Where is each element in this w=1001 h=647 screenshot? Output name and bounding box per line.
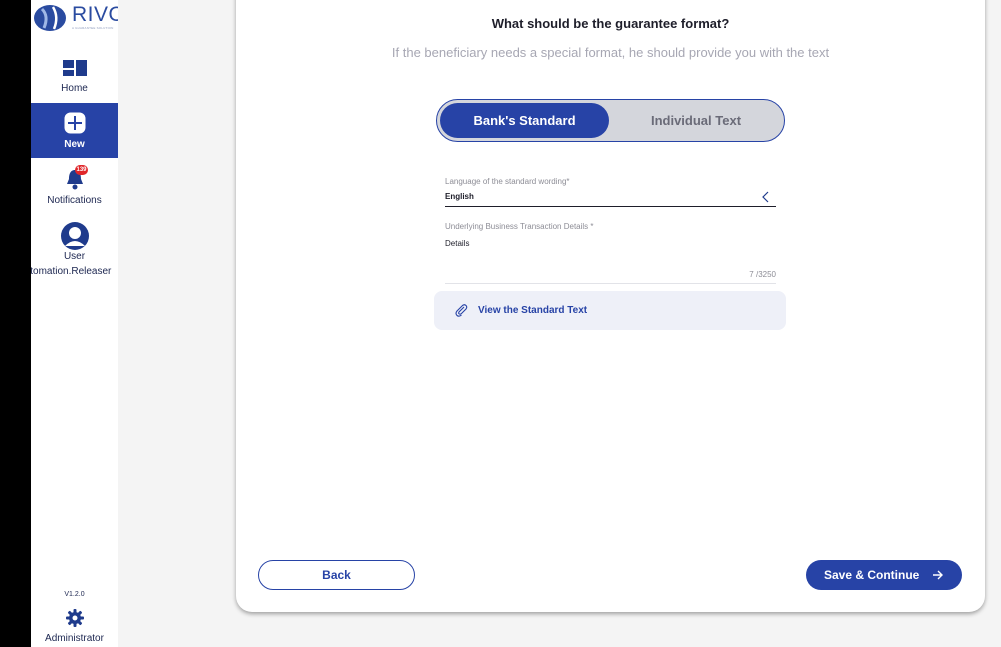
back-button[interactable]: Back [258,560,415,590]
details-field-underline [445,283,776,284]
sidebar-item-home[interactable]: Home [31,54,118,110]
sidebar-item-label: New [64,139,85,150]
sidebar-item-administrator[interactable]: Administrator [31,608,118,647]
save-continue-label: Save & Continue [824,568,920,582]
language-field-label: Language of the standard wording* [445,177,570,186]
gear-icon [65,609,84,627]
view-standard-text-button[interactable]: View the Standard Text [434,291,786,330]
character-counter: 7 /3250 [749,270,776,279]
toggle-option-individual-text[interactable]: Individual Text [611,103,781,138]
user-avatar-icon [60,222,89,250]
home-dashboard-icon [62,60,87,76]
view-standard-text-label: View the Standard Text [478,305,588,316]
language-field-underline [445,206,776,207]
details-textarea[interactable]: Details [445,239,469,248]
page-title: What should be the guarantee format? [491,16,730,31]
paperclip-icon [455,304,468,317]
sidebar-item-label: Home [61,83,88,94]
details-field-label: Underlying Business Transaction Details … [445,222,594,231]
rivo-logo[interactable]: RIVO A GUARANTEE SOLUTION [31,2,118,32]
format-toggle: Bank's Standard Individual Text [436,99,785,142]
username: Automation.Releaser [31,266,112,277]
logo-tagline: A GUARANTEE SOLUTION [72,26,114,30]
window-edge [0,0,31,647]
sidebar: RIVO A GUARANTEE SOLUTION Home New 139 N… [31,0,118,647]
language-select[interactable]: English [445,192,474,201]
sidebar-item-label: Notifications [47,195,102,206]
sidebar-item-notifications[interactable]: 139 Notifications [31,163,118,219]
app-version: V1.2.0 [64,591,85,598]
sidebar-item-label: User [63,251,86,262]
chevron-left-icon[interactable] [760,191,772,203]
logo-text: RIVO [72,3,118,26]
arrow-right-icon [933,570,943,580]
rivo-logo-mark-icon [34,5,66,31]
page-subtitle: If the beneficiary needs a special forma… [391,45,830,60]
sidebar-item-label: Administrator [45,633,104,644]
save-continue-button[interactable]: Save & Continue [806,560,962,590]
plus-icon [64,112,85,134]
notification-count-badge: 139 [75,165,88,175]
toggle-option-banks-standard[interactable]: Bank's Standard [440,103,609,138]
sidebar-item-new[interactable]: New [31,103,118,158]
sidebar-item-user[interactable]: User Automation.Releaser [31,221,118,281]
